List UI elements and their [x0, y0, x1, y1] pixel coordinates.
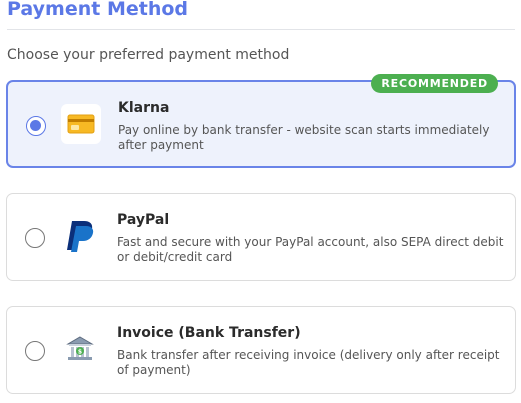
payment-option-klarna[interactable]: RECOMMENDED Klarna Pay online by bank tr…: [6, 74, 516, 168]
radio-paypal[interactable]: [25, 228, 45, 248]
paypal-logo-icon: [60, 216, 100, 256]
credit-card-icon: [61, 104, 101, 144]
option-title: Klarna: [118, 100, 170, 116]
option-description: Pay online by bank transfer - website sc…: [118, 123, 490, 152]
option-title: Invoice (Bank Transfer): [117, 325, 301, 341]
title-divider: [7, 29, 515, 30]
page-subtitle: Choose your preferred payment method: [7, 47, 290, 63]
option-description: Bank transfer after receiving invoice (d…: [117, 348, 500, 377]
radio-klarna[interactable]: [26, 116, 46, 136]
option-title: PayPal: [117, 212, 170, 228]
payment-option-invoice[interactable]: $ Invoice (Bank Transfer) Bank transfer …: [6, 306, 516, 394]
svg-text:$: $: [78, 349, 82, 356]
radio-invoice[interactable]: [25, 341, 45, 361]
payment-option-paypal[interactable]: PayPal Fast and secure with your PayPal …: [6, 193, 516, 281]
bank-icon: $: [60, 329, 100, 369]
option-description: Fast and secure with your PayPal account…: [117, 235, 504, 264]
recommended-badge: RECOMMENDED: [371, 74, 498, 93]
page-title: Payment Method: [7, 0, 189, 20]
